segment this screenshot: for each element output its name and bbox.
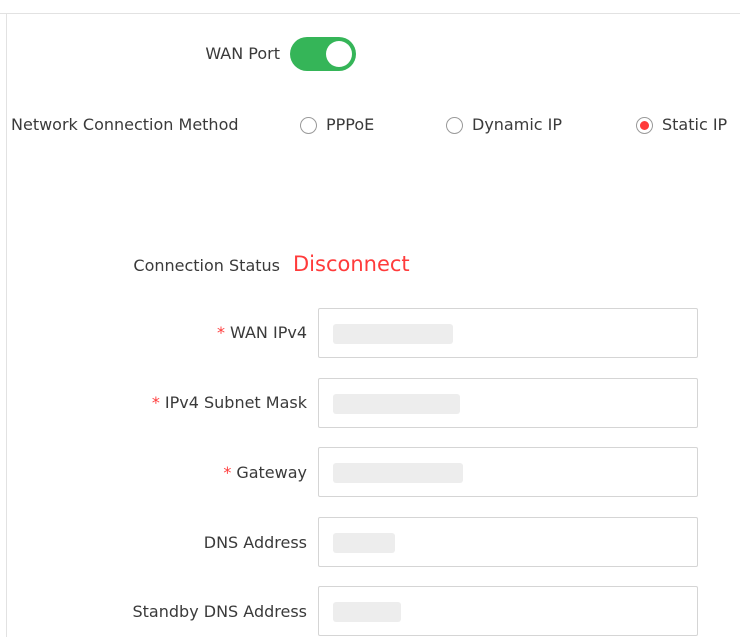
connection-status-value: Disconnect: [293, 252, 410, 276]
dns-address-label: DNS Address: [203, 533, 307, 552]
redacted-value: [333, 463, 463, 483]
radio-dynamic-ip[interactable]: Dynamic IP: [446, 115, 562, 135]
wan-ipv4-label-text: WAN IPv4: [230, 323, 307, 342]
radio-pppoe[interactable]: PPPoE: [300, 115, 374, 135]
dns-address-input[interactable]: [318, 517, 698, 567]
subnet-mask-label-text: IPv4 Subnet Mask: [164, 393, 307, 412]
radio-circle-pppoe: [300, 116, 317, 134]
required-asterisk: *: [217, 323, 226, 342]
redacted-value: [333, 394, 460, 414]
redacted-value: [333, 324, 453, 344]
radio-label-pppoe: PPPoE: [326, 115, 375, 134]
connection-status-label: Connection Status: [133, 256, 280, 275]
gateway-input[interactable]: [318, 447, 698, 497]
redacted-value: [333, 533, 395, 553]
radio-static-ip[interactable]: Static IP: [636, 115, 727, 135]
standby-dns-input[interactable]: [318, 586, 698, 636]
radio-circle-dynamic-ip: [446, 116, 463, 134]
standby-dns-label: Standby DNS Address: [132, 602, 308, 621]
subnet-mask-input[interactable]: [318, 378, 698, 428]
wan-ipv4-input[interactable]: [318, 308, 698, 358]
toggle-knob: [326, 41, 352, 67]
redacted-value: [333, 602, 401, 622]
wan-port-toggle[interactable]: [290, 37, 356, 71]
required-asterisk: *: [223, 463, 232, 482]
subnet-mask-label: * IPv4 Subnet Mask: [60, 393, 307, 413]
gateway-label-text: Gateway: [236, 463, 307, 482]
connection-method-label: Network Connection Method: [11, 115, 239, 134]
wan-ipv4-label: * WAN IPv4: [60, 323, 307, 343]
panel-top-border: [0, 13, 740, 14]
radio-label-dynamic-ip: Dynamic IP: [472, 115, 563, 134]
gateway-label: * Gateway: [60, 463, 307, 483]
radio-label-static-ip: Static IP: [662, 115, 728, 134]
radio-circle-static-ip: [636, 116, 653, 134]
panel-left-border: [6, 13, 7, 637]
required-asterisk: *: [151, 393, 160, 412]
wan-port-label: WAN Port: [205, 44, 280, 63]
